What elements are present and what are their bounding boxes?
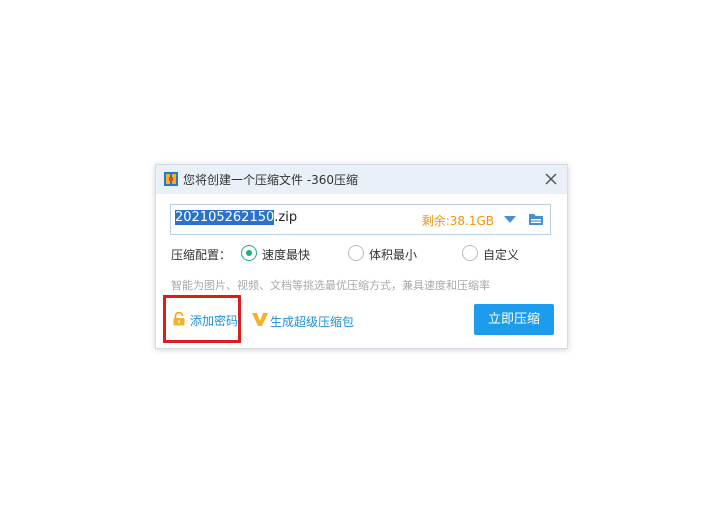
remaining-space: 剩余:38.1GB	[421, 214, 494, 228]
compress-dialog: 您将创建一个压缩文件 -360压缩 202105262150.zip 剩余:38…	[155, 164, 568, 349]
vip-v-icon	[252, 313, 268, 326]
filename-field[interactable]: 202105262150.zip 剩余:38.1GB	[170, 204, 551, 235]
add-password-label: 添加密码	[190, 314, 239, 328]
chevron-down-icon[interactable]	[504, 216, 516, 224]
radio-circle	[348, 245, 364, 261]
folder-icon[interactable]	[528, 211, 544, 227]
filename-input[interactable]: 202105262150.zip	[175, 210, 297, 225]
filename-extension: .zip	[274, 210, 298, 225]
radio-label: 速度最快	[262, 248, 311, 262]
filename-selected-text: 202105262150	[175, 210, 275, 225]
title-bar: 您将创建一个压缩文件 -360压缩	[156, 165, 567, 194]
radio-label: 体积最小	[369, 248, 418, 262]
compress-now-button[interactable]: 立即压缩	[474, 304, 554, 335]
dialog-title: 您将创建一个压缩文件 -360压缩	[183, 173, 359, 187]
compression-hint: 智能为图片、视频、文档等挑选最优压缩方式，兼具速度和压缩率	[171, 279, 490, 292]
lock-icon	[173, 312, 185, 326]
app-icon	[164, 172, 178, 186]
radio-circle-checked	[241, 245, 257, 261]
radio-circle	[462, 245, 478, 261]
close-icon[interactable]	[541, 169, 561, 189]
radio-label: 自定义	[483, 248, 520, 262]
super-compress-label: 生成超级压缩包	[270, 315, 355, 329]
compress-config-label: 压缩配置：	[171, 248, 232, 262]
